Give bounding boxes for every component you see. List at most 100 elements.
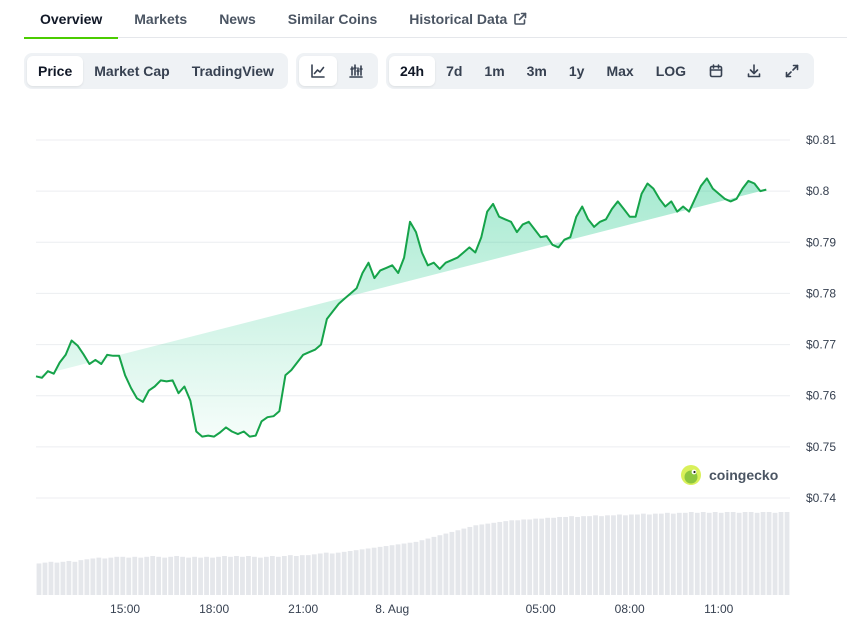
volume-bar [329,553,335,595]
volume-bar [407,542,413,595]
volume-bar [377,546,383,595]
download-button[interactable] [735,56,773,86]
volume-bar [569,516,574,595]
volume-bar [557,516,563,595]
coingecko-watermark: coingecko [681,465,778,485]
volume-bar [718,512,724,595]
tradingview-button[interactable]: TradingView [181,56,285,86]
volume-bar [646,514,652,595]
volume-bar [281,555,287,595]
volume-bar [437,535,443,595]
tab-similar-coins[interactable]: Similar Coins [272,0,393,38]
volume-bar [521,519,527,595]
log-scale-button[interactable]: LOG [645,56,697,86]
volume-bar [599,516,604,595]
volume-bar [593,515,598,595]
tab-historical-data-label: Historical Data [409,11,508,27]
volume-bar [694,512,700,595]
volume-bar [341,551,347,595]
volume-bar [222,555,227,595]
calendar-button[interactable] [697,56,735,86]
volume-bar [269,555,275,595]
price-button[interactable]: Price [27,56,84,86]
volume-bar [509,520,515,595]
x-tick-label: 11:00 [704,602,733,616]
volume-bar [42,562,48,595]
volume-bar [742,512,748,595]
volume-bar [700,512,706,595]
tab-news[interactable]: News [203,0,272,38]
fullscreen-icon [784,63,800,79]
market-cap-button[interactable]: Market Cap [83,56,180,86]
volume-bar [563,516,568,595]
volume-bar [353,550,359,595]
tab-markets-label: Markets [134,11,188,27]
volume-bar [48,561,54,595]
volume-bar [192,556,197,595]
y-tick-label: $0.75 [806,440,836,454]
volume-bar [371,547,377,595]
volume-bar [84,559,90,595]
range-1y-button[interactable]: 1y [558,56,596,86]
range-7d-button[interactable]: 7d [435,56,473,86]
tab-markets[interactable]: Markets [118,0,203,38]
volume-bar [533,518,539,595]
volume-bar [766,512,772,595]
volume-bar [335,552,341,595]
volume-bar [150,555,156,595]
volume-bar [359,549,365,595]
volume-bar [503,521,509,595]
range-max-button[interactable]: Max [595,56,644,86]
volume-bar [712,512,718,595]
x-tick-label: 08:00 [615,602,645,616]
volume-bar [545,517,551,595]
volume-bar [90,558,96,595]
volume-bar [527,519,533,595]
volume-bar [138,557,144,595]
y-tick-label: $0.8 [806,184,830,198]
y-tick-label: $0.81 [806,133,836,147]
volume-bar [485,523,491,595]
volume-bar [228,556,233,595]
volume-bar [664,512,670,595]
volume-bar [413,541,419,595]
volume-bar [449,531,455,595]
download-icon [746,63,762,79]
volume-bar [539,518,545,595]
fullscreen-button[interactable] [773,56,811,86]
volume-bar [144,556,150,595]
price-chart[interactable]: $0.81$0.8$0.79$0.78$0.77$0.76$0.75$0.74 … [0,100,847,628]
range-3m-button[interactable]: 3m [516,56,558,86]
volume-bar [216,556,221,595]
volume-bar [311,554,317,595]
volume-bar [479,524,485,595]
volume-bar [401,543,407,595]
volume-bar [383,546,389,595]
volume-bar [54,562,60,595]
range-1m-button[interactable]: 1m [473,56,515,86]
volume-bar [724,512,730,595]
volume-bar [688,512,694,595]
volume-bar [198,557,203,595]
volume-bar [575,516,580,595]
volume-bar [60,561,66,595]
volume-bar [611,515,616,595]
volume-bar [455,530,461,595]
line-chart-button[interactable] [298,56,337,86]
volume-bar [515,520,521,595]
volume-bar [778,512,784,595]
volume-bar [323,552,329,595]
volume-bar [461,528,467,595]
volume-bar [730,512,736,595]
tab-historical-data[interactable]: Historical Data [393,0,543,38]
volume-bars [36,512,790,595]
range-24h-button[interactable]: 24h [388,56,436,86]
volume-bar [443,533,449,595]
volume-bar [168,556,174,595]
candlestick-chart-button[interactable] [337,56,375,86]
main-tabs: Overview Markets News Similar Coins Hist… [24,0,847,39]
tab-overview[interactable]: Overview [24,0,119,39]
volume-bar [114,556,120,595]
volume-bar [652,513,658,595]
candlestick-chart-icon [348,63,364,79]
